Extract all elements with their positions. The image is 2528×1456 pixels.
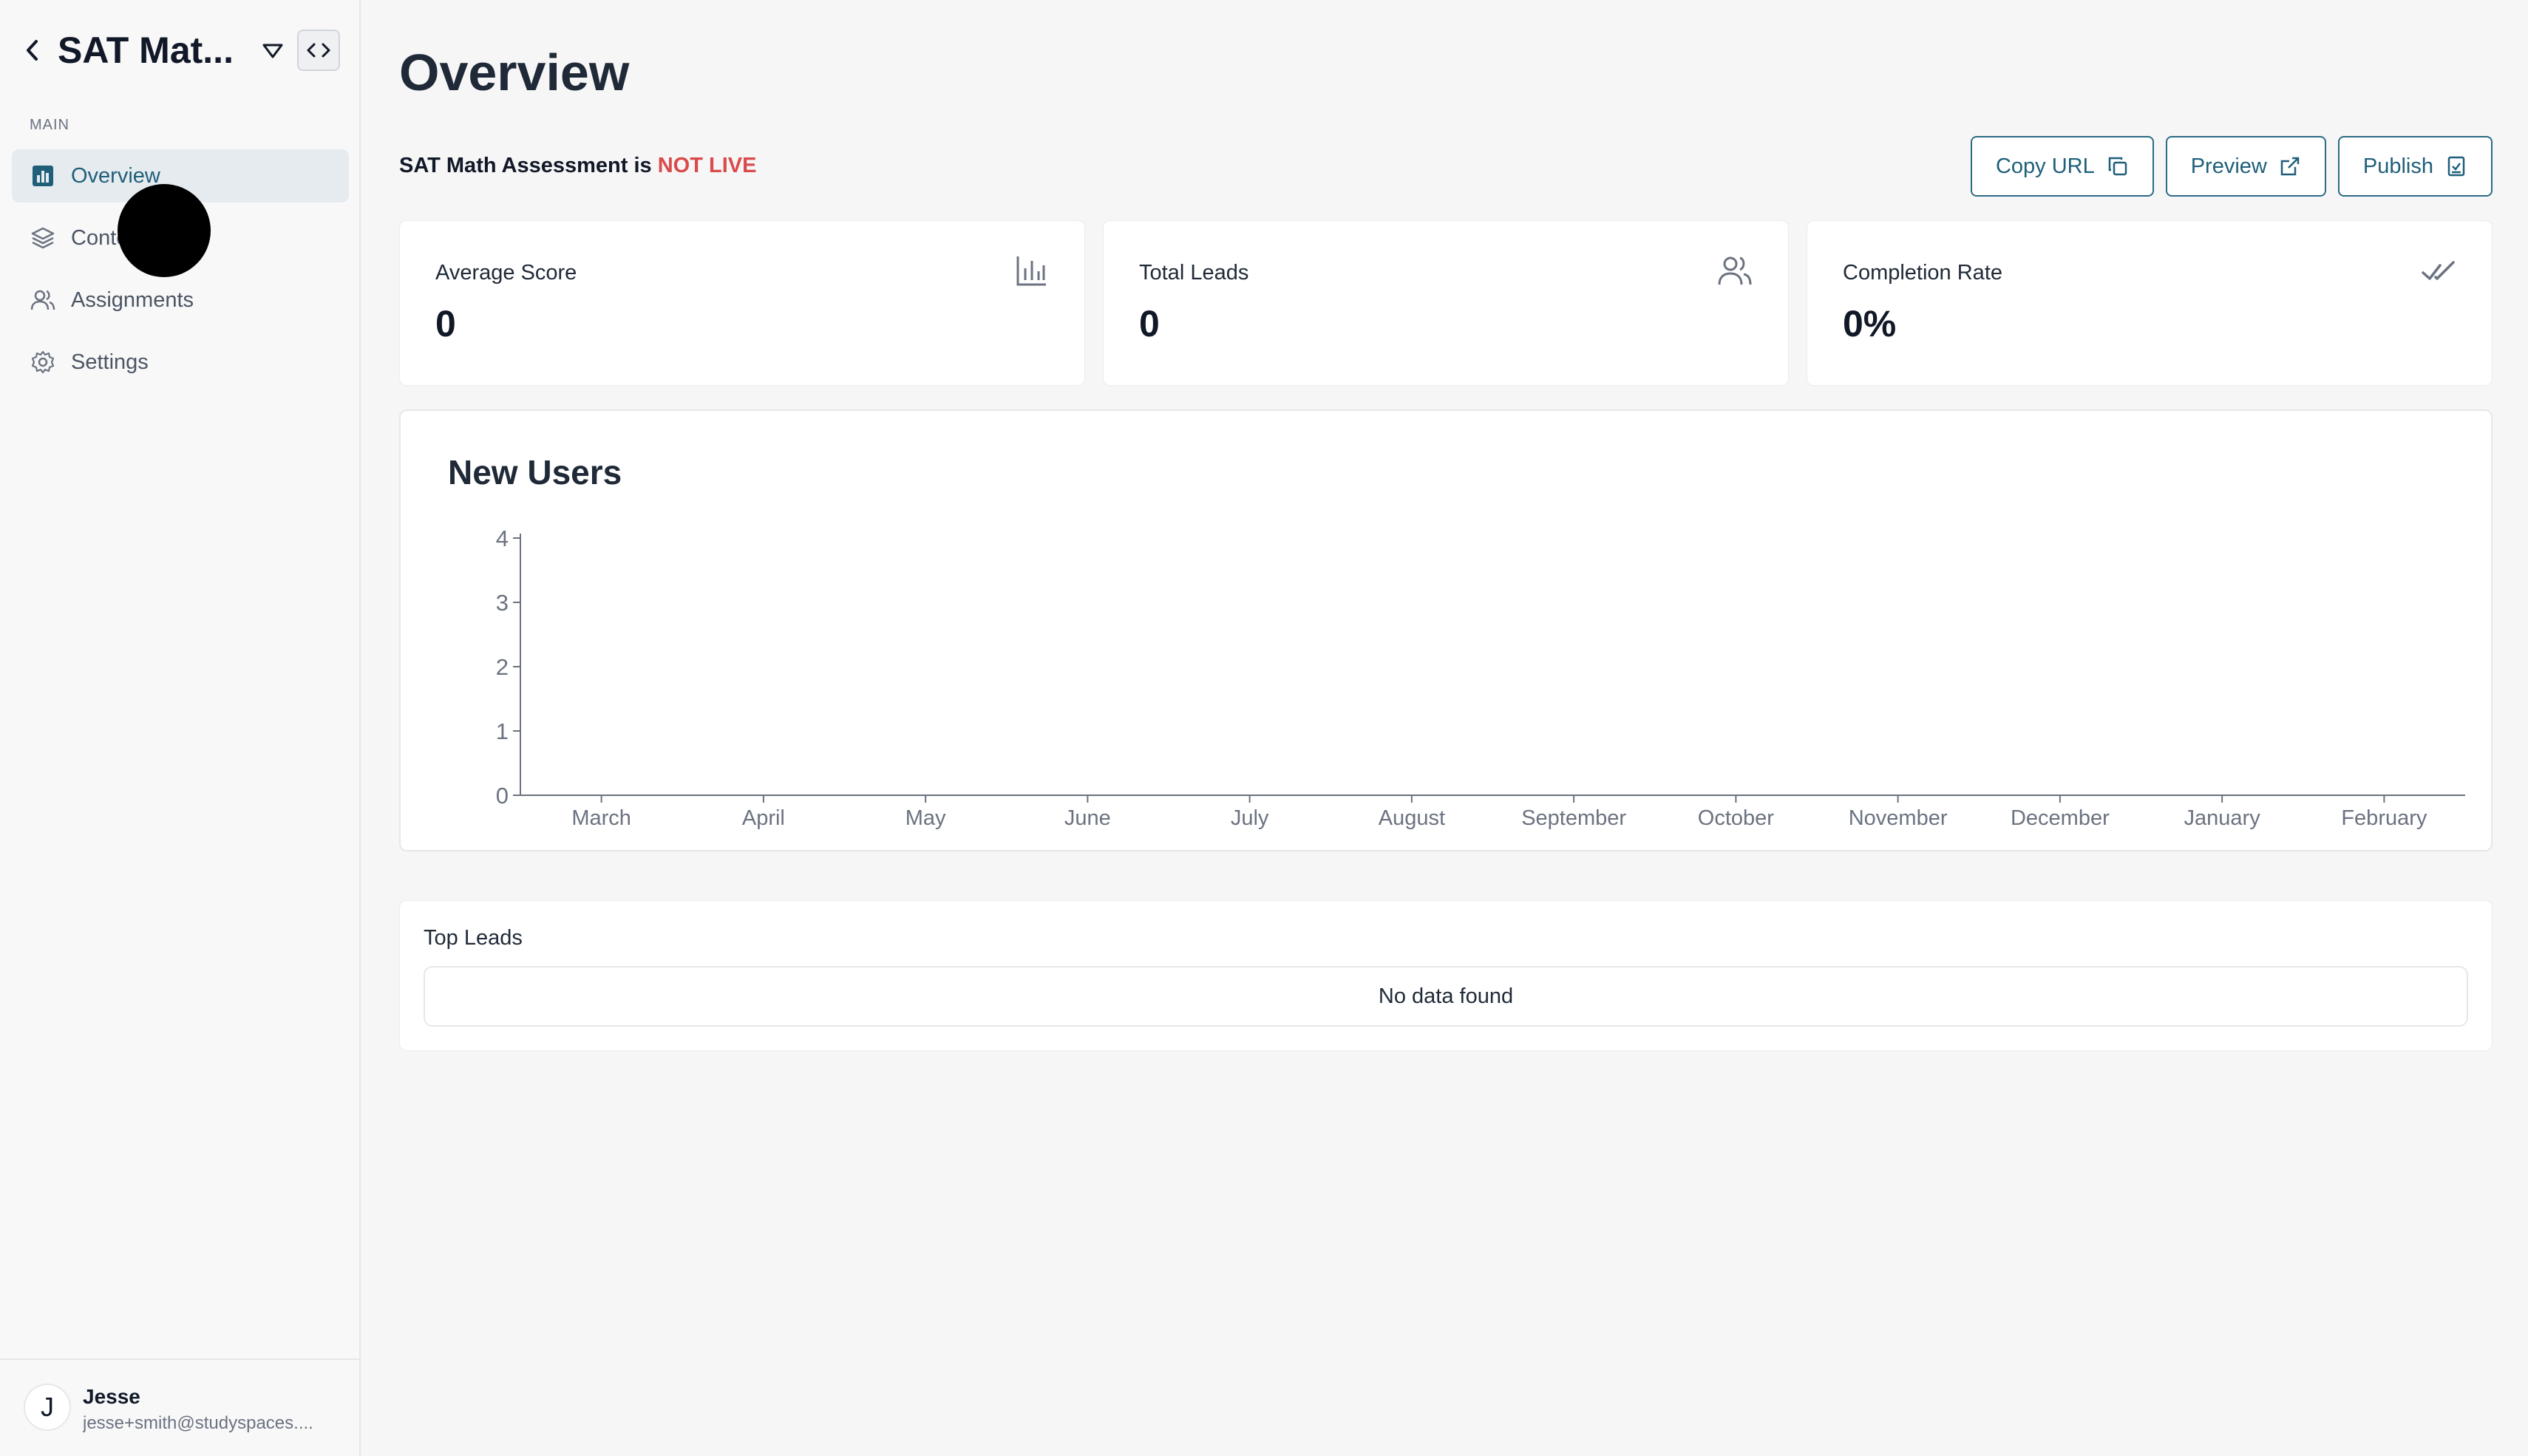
external-link-icon <box>2280 157 2300 176</box>
double-check-icon <box>2422 261 2455 280</box>
x-tick-label: December <box>2011 806 2110 830</box>
copy-url-button[interactable]: Copy URL <box>1970 136 2154 197</box>
user-email: jesse+smith@studyspaces.... <box>83 1413 313 1433</box>
preview-button[interactable]: Preview <box>2165 136 2326 197</box>
sidebar: SAT Mat... MAIN Overview Content Assignm… <box>0 0 361 1456</box>
x-tick-label: May <box>905 806 946 830</box>
chart-square-icon <box>30 163 56 189</box>
preview-label: Preview <box>2190 154 2267 178</box>
stat-value: 0 <box>435 303 456 344</box>
average-score-card: Average Score 0 <box>399 220 1085 386</box>
x-tick-label: August <box>1379 806 1445 830</box>
y-tick-label: 0 <box>496 783 509 809</box>
x-tick-label: June <box>1064 806 1111 830</box>
publish-label: Publish <box>2362 154 2433 178</box>
new-users-chart: 0 1 2 3 4 March April May June July August Septembe… <box>496 525 2465 830</box>
x-tick-label: March <box>571 806 631 830</box>
publish-button[interactable]: Publish <box>2337 136 2493 197</box>
gear-icon <box>30 349 56 375</box>
publish-status: SAT Math Assessment is NOT LIVE <box>399 154 756 178</box>
new-users-chart-card: New Users 0 1 2 3 4 March April May June July Augu… <box>399 409 2493 851</box>
x-tick-label: January <box>2184 806 2261 830</box>
status-prefix: SAT Math Assessment is <box>399 154 658 177</box>
x-tick-label: July <box>1231 806 1269 830</box>
triangle-down-icon <box>262 44 283 58</box>
page-title: Overview <box>399 44 630 101</box>
x-tick-label: November <box>1849 806 1948 830</box>
main-content: Overview SAT Math Assessment is NOT LIVE… <box>362 0 2528 1456</box>
top-leads-card: Top Leads No data found <box>399 900 2493 1051</box>
x-tick-label: September <box>1521 806 1626 830</box>
y-tick-label: 3 <box>496 590 509 616</box>
sidebar-item-label: Assignments <box>71 288 194 312</box>
sidebar-item-label: Settings <box>71 350 149 374</box>
user-name: Jesse <box>83 1385 140 1408</box>
total-leads-card: Total Leads 0 <box>1103 220 1789 386</box>
sidebar-item-label: Overview <box>71 163 160 188</box>
publish-icon <box>2447 156 2465 177</box>
empty-state: No data found <box>424 966 2468 1027</box>
stat-label: Average Score <box>435 261 577 285</box>
app-title: SAT Mat... <box>58 30 234 71</box>
stat-label: Total Leads <box>1139 261 1249 285</box>
copy-icon <box>2108 157 2127 176</box>
users-icon <box>1718 256 1752 285</box>
x-tick-label: April <box>742 806 785 830</box>
assessment-dropdown-button[interactable] <box>260 38 285 64</box>
chevron-left-icon <box>27 40 38 61</box>
bar-chart-icon <box>1016 256 1046 286</box>
completion-rate-card: Completion Rate 0% <box>1807 220 2493 386</box>
avatar: J <box>24 1384 71 1431</box>
stat-value: 0 <box>1139 303 1160 344</box>
users-icon <box>30 287 56 313</box>
sidebar-item-settings[interactable]: Settings <box>12 336 349 389</box>
header-actions: Copy URL Preview Publish <box>1970 136 2493 197</box>
copy-url-label: Copy URL <box>1995 154 2095 178</box>
layers-icon <box>30 225 56 251</box>
y-tick-label: 1 <box>496 718 509 744</box>
nav-section-label: MAIN <box>30 117 69 133</box>
y-tick-label: 4 <box>496 525 509 551</box>
code-icon <box>307 43 330 58</box>
x-tick-label: October <box>1698 806 1774 830</box>
y-tick-label: 2 <box>496 654 509 680</box>
embed-code-button[interactable] <box>297 30 340 71</box>
x-tick-label: February <box>2341 806 2427 830</box>
back-button[interactable] <box>22 34 43 67</box>
stat-value: 0% <box>1843 303 1897 344</box>
cursor-indicator <box>118 184 211 277</box>
stat-label: Completion Rate <box>1843 261 2002 285</box>
sidebar-item-assignments[interactable]: Assignments <box>12 273 349 327</box>
top-leads-title: Top Leads <box>424 926 523 950</box>
user-profile[interactable]: J Jesse jesse+smith@studyspaces.... <box>0 1358 359 1456</box>
status-badge: NOT LIVE <box>657 154 757 177</box>
sidebar-header: SAT Mat... <box>22 27 347 74</box>
